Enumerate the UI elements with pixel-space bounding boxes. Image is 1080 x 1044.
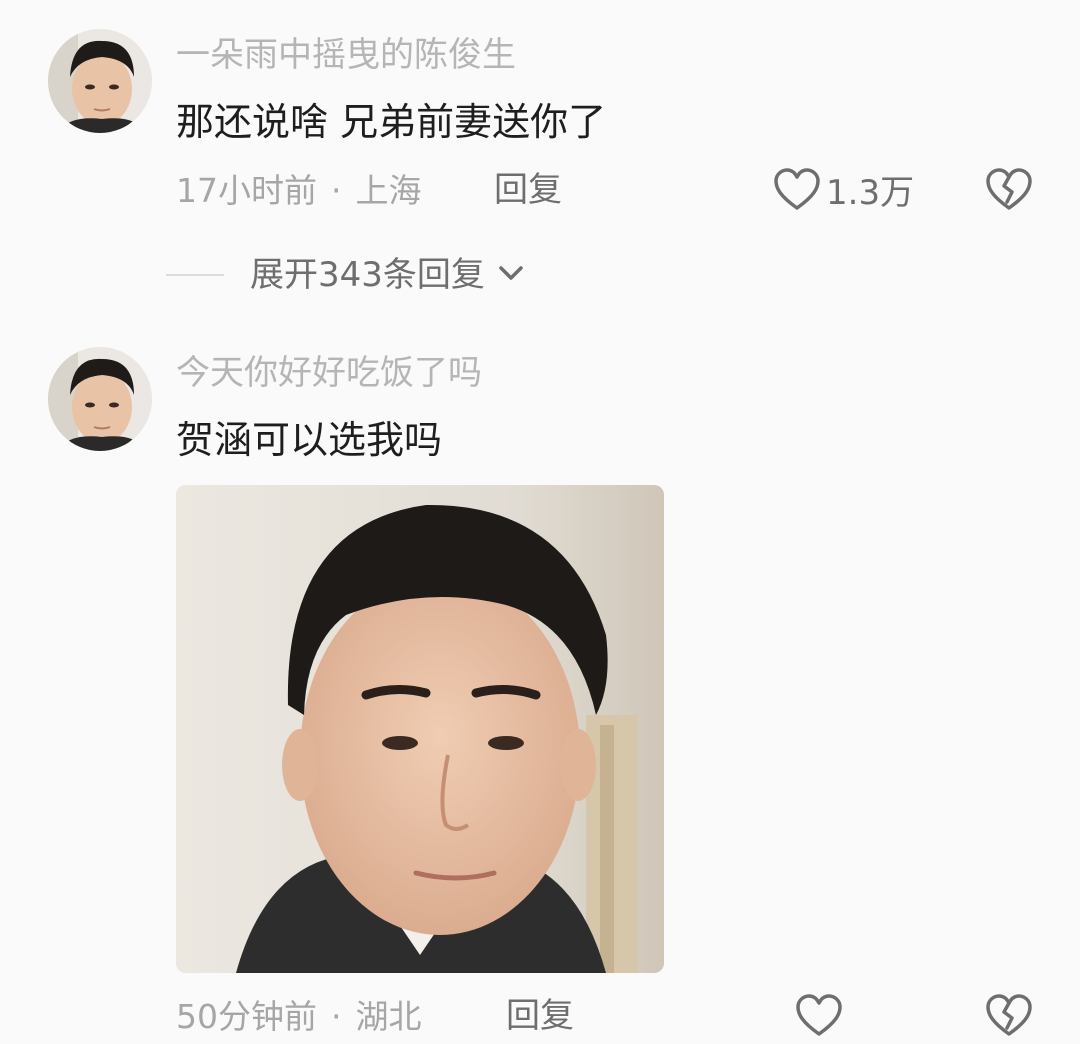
chevron-down-icon — [497, 263, 525, 287]
separator-dot: · — [331, 997, 342, 1036]
reply-button[interactable]: 回复 — [506, 999, 574, 1033]
timestamp: 17小时前 — [176, 171, 317, 210]
avatar[interactable] — [48, 347, 152, 451]
comment-image[interactable] — [176, 485, 664, 973]
location: 湖北 — [355, 997, 422, 1036]
dislike-button[interactable] — [986, 994, 1032, 1042]
broken-heart-icon — [986, 994, 1032, 1042]
broken-heart-icon — [986, 168, 1032, 216]
dislike-button[interactable] — [986, 168, 1032, 216]
username[interactable]: 一朵雨中摇曳的陈俊生 — [176, 38, 516, 72]
expand-replies-label: 展开343条回复 — [250, 255, 485, 295]
like-button[interactable]: 1.3万 — [774, 168, 914, 218]
reply-button[interactable]: 回复 — [494, 173, 562, 207]
comment-text: 贺涵可以选我吗 — [176, 418, 443, 462]
username[interactable]: 今天你好好吃饭了吗 — [176, 356, 482, 390]
comment-meta: 50分钟前 · 湖北 — [176, 1000, 422, 1033]
timestamp: 50分钟前 — [176, 997, 317, 1036]
heart-icon — [774, 168, 820, 218]
heart-icon — [796, 994, 842, 1044]
separator-dot: · — [331, 171, 342, 210]
like-count: 1.3万 — [826, 173, 915, 213]
location: 上海 — [355, 171, 422, 210]
comment-meta: 17小时前 · 上海 — [176, 174, 422, 207]
avatar[interactable] — [48, 29, 152, 133]
comment-text: 那还说啥 兄弟前妻送你了 — [176, 100, 607, 144]
like-button[interactable] — [796, 994, 842, 1044]
expand-replies-button[interactable]: 展开343条回复 — [166, 258, 525, 292]
expand-divider — [166, 274, 224, 276]
